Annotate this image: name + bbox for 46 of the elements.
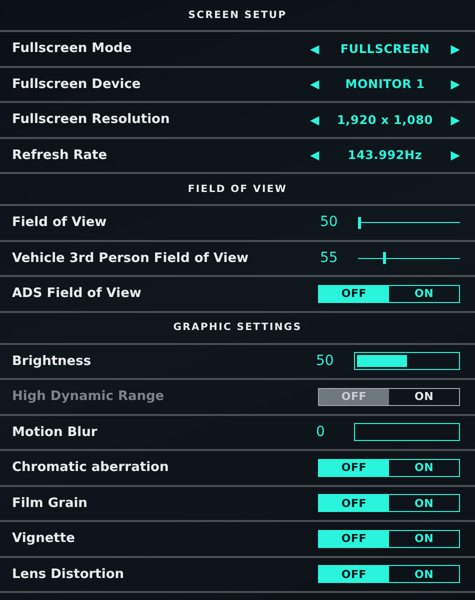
bar-value: 50	[316, 352, 335, 371]
setting-label: High Dynamic Range	[12, 388, 164, 406]
off-on-toggle[interactable]: OFF ON	[318, 284, 460, 303]
slider-value: 55	[320, 248, 339, 268]
setting-label: ADS Field of View	[12, 285, 142, 303]
setting-label: Fullscreen Mode	[12, 40, 132, 58]
toggle-option[interactable]: OFF	[319, 566, 389, 582]
selector-value: 1,920 x 1,080	[337, 112, 433, 129]
selector-value: MONITOR 1	[345, 76, 425, 94]
toggle-option[interactable]: OFF	[319, 286, 389, 302]
setting-label: Brightness	[12, 352, 92, 370]
off-on-toggle[interactable]: OFF ON	[318, 530, 460, 548]
toggle-option[interactable]: ON	[389, 460, 459, 476]
setting-label: Field of View	[12, 214, 107, 232]
setting-label: Chromatic aberration	[12, 459, 169, 477]
setting-label: Refresh Rate	[12, 146, 108, 164]
slider-thumb[interactable]	[382, 252, 386, 264]
slider-track[interactable]	[358, 252, 460, 264]
section-header: SCREEN SETUP	[188, 8, 287, 22]
section-header: FIELD OF VIEW	[188, 182, 288, 196]
level-bar[interactable]	[354, 352, 460, 370]
slider-thumb[interactable]	[358, 216, 361, 229]
toggle-option[interactable]: ON	[389, 566, 459, 582]
level-bar[interactable]	[354, 423, 460, 442]
toggle-option[interactable]: OFF	[319, 495, 389, 512]
setting-label: Vignette	[12, 530, 75, 548]
slider-value: 50	[320, 213, 339, 232]
toggle-option[interactable]: ON	[389, 530, 459, 547]
bar-value: 0	[316, 422, 326, 442]
toggle-option[interactable]: OFF	[319, 460, 389, 476]
setting-label: Fullscreen Resolution	[12, 111, 170, 129]
off-on-toggle[interactable]: OFF ON	[318, 494, 460, 512]
toggle-option[interactable]: ON	[389, 286, 459, 302]
toggle-option[interactable]: ON	[389, 495, 459, 512]
section-header: GRAPHIC SETTINGS	[173, 321, 302, 335]
off-on-toggle[interactable]: OFF ON	[318, 565, 460, 584]
setting-label: Lens Distortion	[12, 566, 124, 584]
setting-label: Fullscreen Device	[12, 76, 141, 94]
selector-value: 143.992Hz	[348, 147, 422, 164]
slider-track[interactable]	[358, 216, 460, 229]
setting-label: Film Grain	[12, 494, 88, 512]
setting-label: Vehicle 3rd Person Field of View	[12, 250, 249, 268]
setting-label: Motion Blur	[12, 424, 98, 442]
off-on-toggle[interactable]: OFF ON	[318, 458, 460, 477]
toggle-option[interactable]: OFF	[319, 530, 389, 547]
selector-value: FULLSCREEN	[340, 40, 430, 58]
